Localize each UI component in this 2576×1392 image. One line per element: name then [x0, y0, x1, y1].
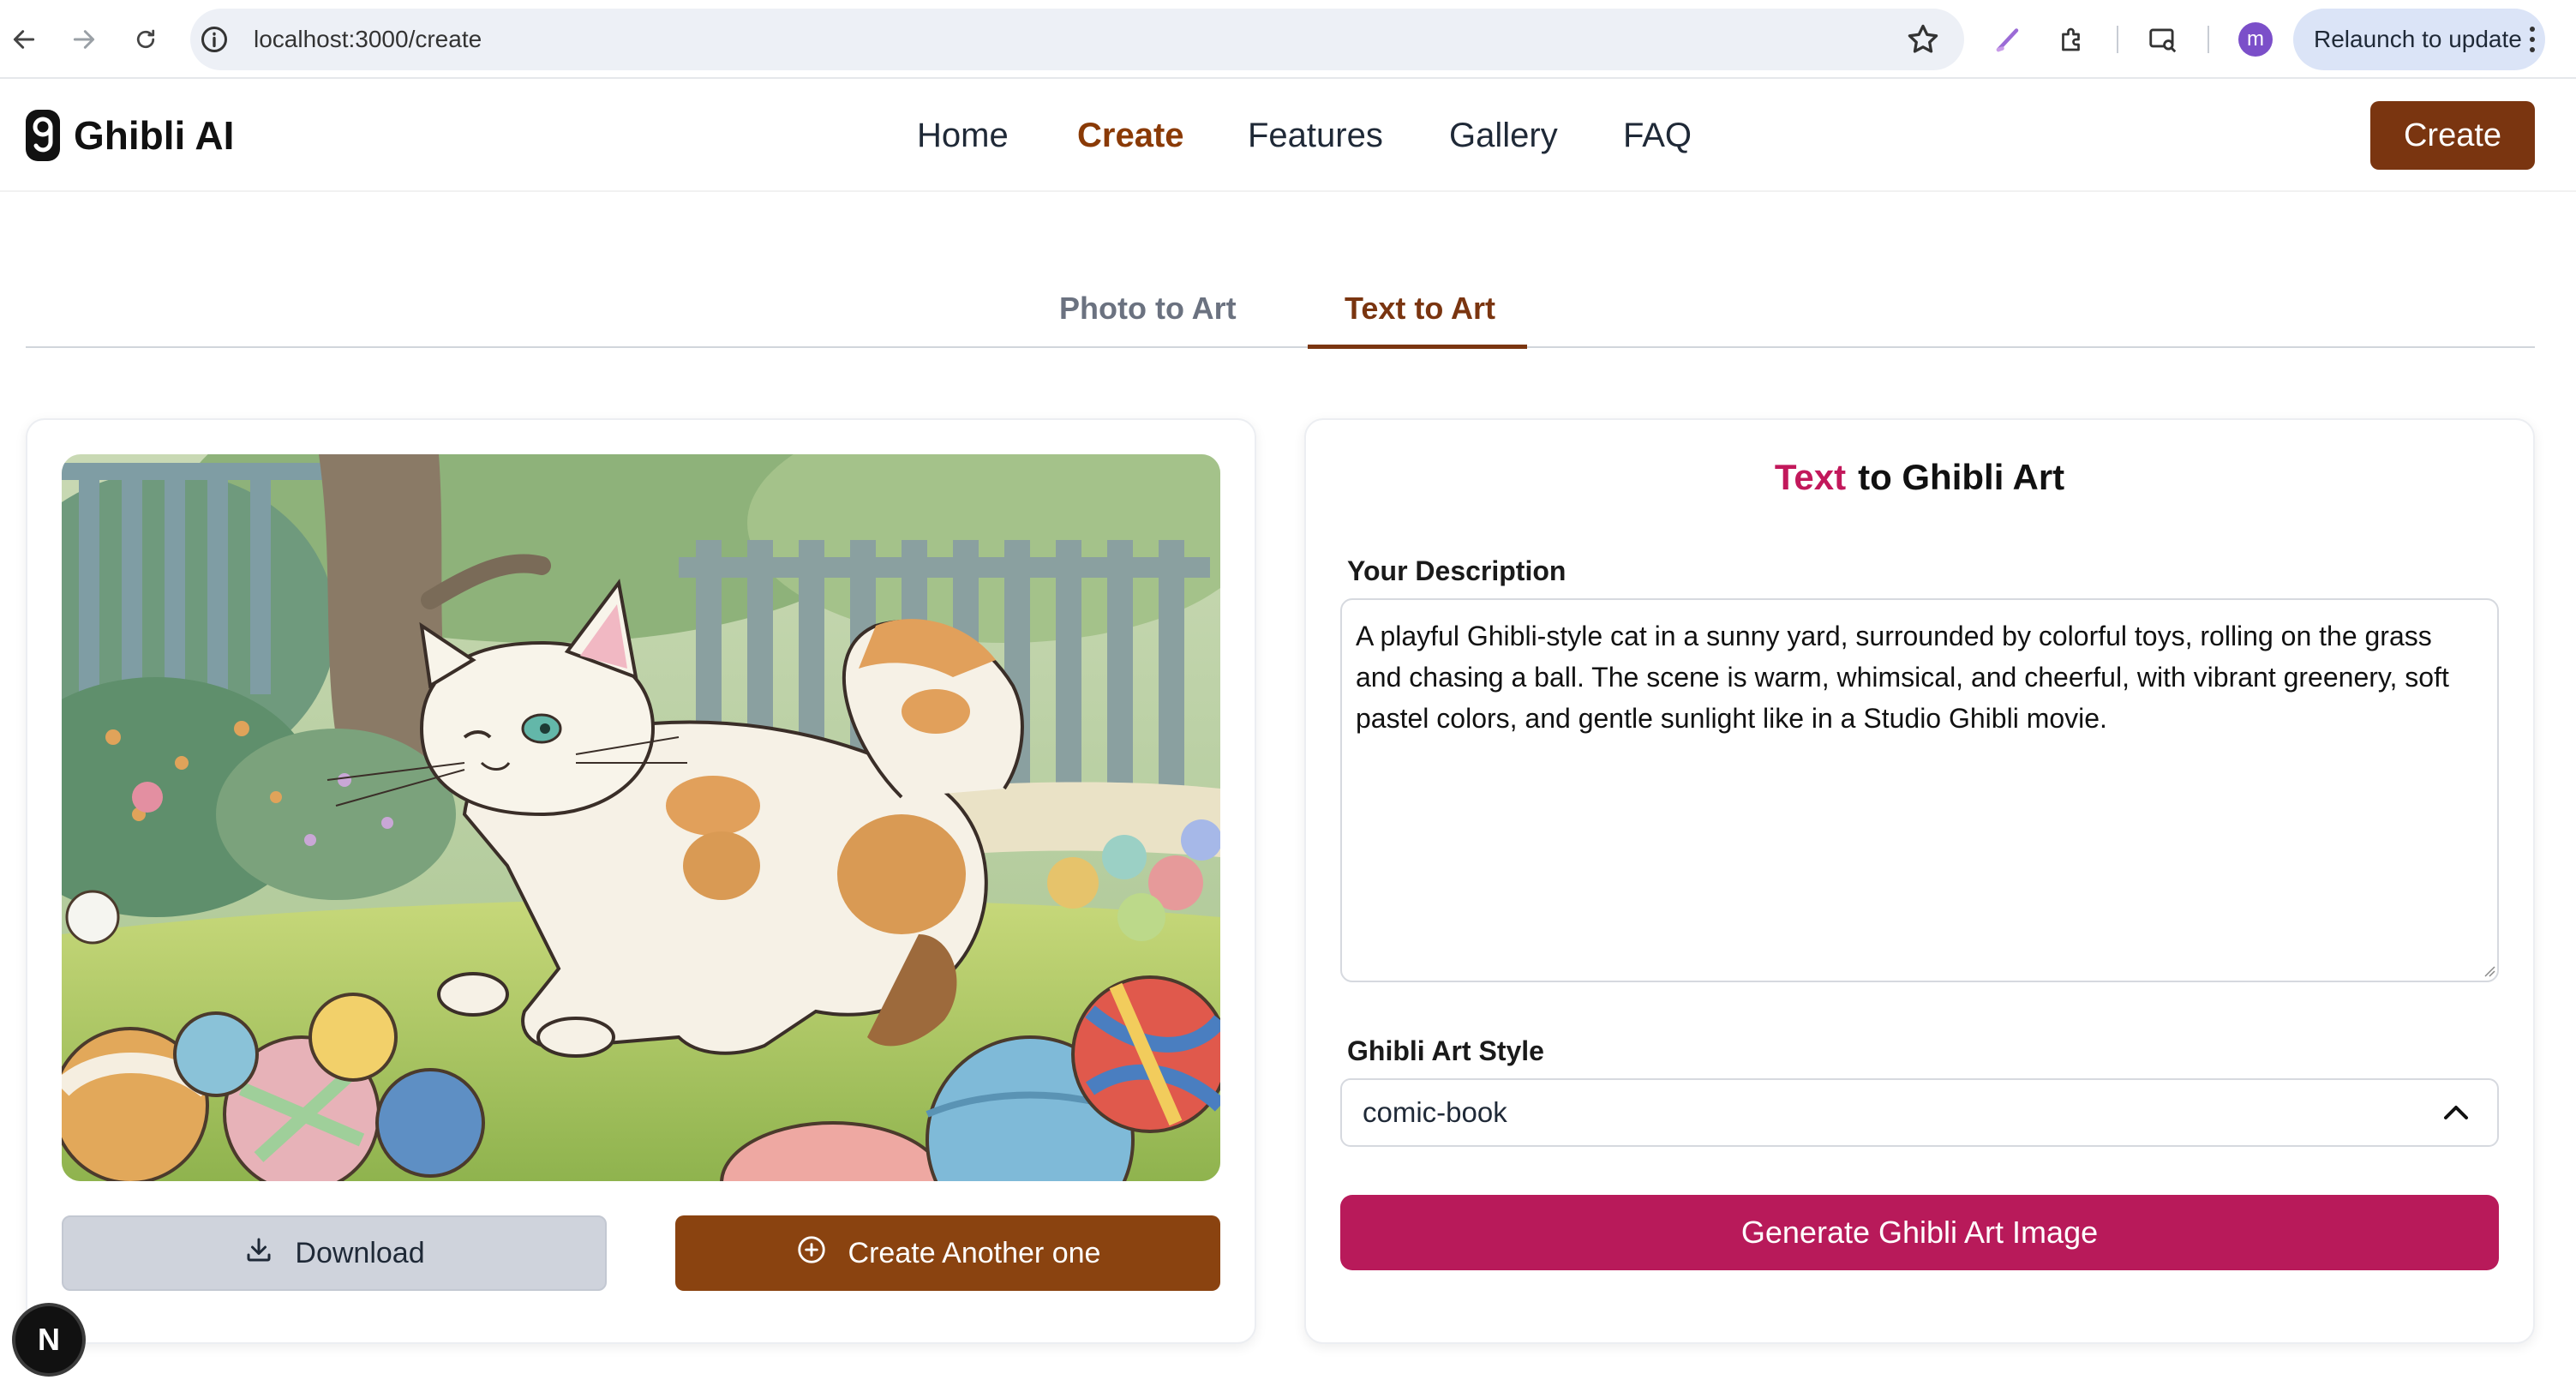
generate-button[interactable]: Generate Ghibli Art Image [1340, 1195, 2499, 1270]
back-icon[interactable] [3, 19, 45, 60]
forward-icon[interactable] [63, 19, 105, 60]
description-label: Your Description [1347, 555, 1567, 586]
url-text[interactable]: localhost:3000/create [254, 24, 482, 55]
nav-features[interactable]: Features [1248, 115, 1383, 156]
toolbar-divider [2117, 26, 2118, 53]
ghibli-logo-icon[interactable] [24, 108, 62, 163]
chevron-up-icon[interactable] [2441, 1099, 2471, 1126]
nav-home[interactable]: Home [917, 115, 1009, 156]
generated-image [62, 454, 1220, 1181]
description-textarea[interactable]: A playful Ghibli-style cat in a sunny ya… [1340, 598, 2499, 982]
pen-extension-icon[interactable] [1990, 21, 2028, 58]
art-style-select[interactable] [1340, 1078, 2499, 1147]
tab-text-to-art[interactable]: Text to Art [1345, 290, 1495, 327]
create-another-label: Create Another one [848, 1236, 1101, 1269]
tab-photo-to-art[interactable]: Photo to Art [1059, 290, 1237, 327]
header-create-button[interactable]: Create [2370, 101, 2535, 170]
form-title-rest: to Ghibli Art [1858, 457, 2065, 497]
site-info-icon[interactable] [199, 24, 230, 55]
nav-gallery[interactable]: Gallery [1449, 115, 1558, 156]
nav-faq[interactable]: FAQ [1623, 115, 1692, 156]
browser-menu-icon[interactable] [2528, 22, 2537, 57]
toolbar-divider [2208, 26, 2209, 53]
form-title-accent: Text [1774, 457, 1847, 497]
logo-text[interactable]: Ghibli AI [74, 113, 234, 158]
active-tab-indicator [1308, 345, 1527, 349]
reload-icon[interactable] [125, 19, 166, 60]
resize-handle-icon[interactable] [2483, 965, 2495, 977]
extensions-puzzle-icon[interactable] [2053, 21, 2091, 58]
nextjs-dev-indicator[interactable]: N [15, 1306, 82, 1373]
download-icon [243, 1234, 274, 1273]
create-another-button[interactable]: Create Another one [675, 1215, 1220, 1291]
bookmark-star-icon[interactable] [1904, 21, 1942, 58]
form-title: Text to Ghibli Art [1304, 456, 2535, 499]
browser-toolbar: localhost:3000/create m Relaunch to upda… [0, 0, 2576, 79]
relaunch-label: Relaunch to update [2314, 26, 2522, 52]
plus-circle-icon [795, 1233, 828, 1274]
download-button[interactable]: Download [62, 1215, 607, 1291]
tab-search-icon[interactable] [2144, 21, 2182, 58]
style-label: Ghibli Art Style [1347, 1035, 1544, 1066]
nav-create[interactable]: Create [1077, 115, 1184, 156]
profile-avatar[interactable]: m [2238, 22, 2273, 57]
art-style-value: comic-book [1363, 1096, 1507, 1128]
download-label: Download [295, 1236, 425, 1269]
tabs-divider [26, 346, 2535, 348]
